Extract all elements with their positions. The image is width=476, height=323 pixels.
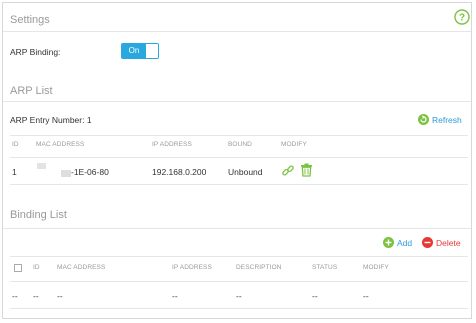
bind-col-id: ID bbox=[33, 264, 40, 271]
arp-col-bound: BOUND bbox=[228, 141, 252, 148]
arp-col-id: ID bbox=[12, 141, 19, 148]
delete-label: Delete bbox=[436, 238, 461, 248]
empty-cell: -- bbox=[33, 291, 39, 301]
bind-col-status: STATUS bbox=[312, 264, 338, 271]
table-border bbox=[10, 256, 468, 257]
table-header-divider bbox=[10, 281, 468, 282]
arp-entry-number: ARP Entry Number: 1 bbox=[10, 115, 92, 125]
mac-redacted bbox=[61, 170, 71, 177]
divider bbox=[3, 31, 471, 32]
add-icon bbox=[383, 237, 394, 248]
bind-col-ip: IP ADDRESS bbox=[172, 264, 212, 271]
table-bottom bbox=[10, 308, 468, 309]
toggle-on-label: On bbox=[122, 44, 146, 58]
arp-col-modify: MODIFY bbox=[281, 141, 307, 148]
table-bottom bbox=[10, 184, 468, 185]
bind-link-icon[interactable] bbox=[281, 164, 295, 178]
arp-list-title: ARP List bbox=[10, 85, 53, 97]
empty-cell: -- bbox=[312, 291, 318, 301]
arp-col-mac: MAC ADDRESS bbox=[36, 141, 85, 148]
settings-panel bbox=[2, 2, 472, 319]
arp-row-ip: 192.168.0.200 bbox=[152, 167, 207, 177]
toggle-knob bbox=[146, 44, 158, 58]
bind-col-modify: MODIFY bbox=[363, 264, 389, 271]
arp-col-ip: IP ADDRESS bbox=[152, 141, 192, 148]
svg-text:?: ? bbox=[459, 13, 465, 24]
arp-row-bound: Unbound bbox=[228, 167, 263, 177]
arp-binding-label: ARP Binding: bbox=[10, 47, 61, 57]
empty-cell: -- bbox=[172, 291, 178, 301]
page-title: Settings bbox=[10, 14, 50, 26]
trash-icon[interactable] bbox=[300, 163, 313, 177]
table-header-divider bbox=[10, 157, 468, 158]
binding-list-title: Binding List bbox=[10, 209, 67, 221]
arp-binding-toggle[interactable]: On bbox=[121, 43, 159, 59]
divider bbox=[3, 101, 471, 102]
bind-col-mac: MAC ADDRESS bbox=[57, 264, 106, 271]
divider bbox=[3, 228, 471, 229]
help-icon[interactable]: ? bbox=[454, 9, 470, 25]
empty-cell: -- bbox=[57, 291, 63, 301]
refresh-icon bbox=[418, 114, 429, 125]
arp-row-mac: -1E-06-80 bbox=[71, 167, 109, 177]
table-border bbox=[10, 135, 468, 136]
mac-redacted bbox=[37, 163, 46, 169]
refresh-label: Refresh bbox=[432, 115, 462, 125]
arp-row-id: 1 bbox=[12, 167, 17, 177]
delete-icon bbox=[422, 237, 433, 248]
empty-cell: -- bbox=[363, 291, 369, 301]
bind-col-description: DESCRIPTION bbox=[236, 264, 282, 271]
empty-cell: -- bbox=[12, 291, 18, 301]
empty-cell: -- bbox=[236, 291, 242, 301]
add-label: Add bbox=[397, 238, 413, 248]
select-all-checkbox[interactable] bbox=[14, 264, 22, 272]
